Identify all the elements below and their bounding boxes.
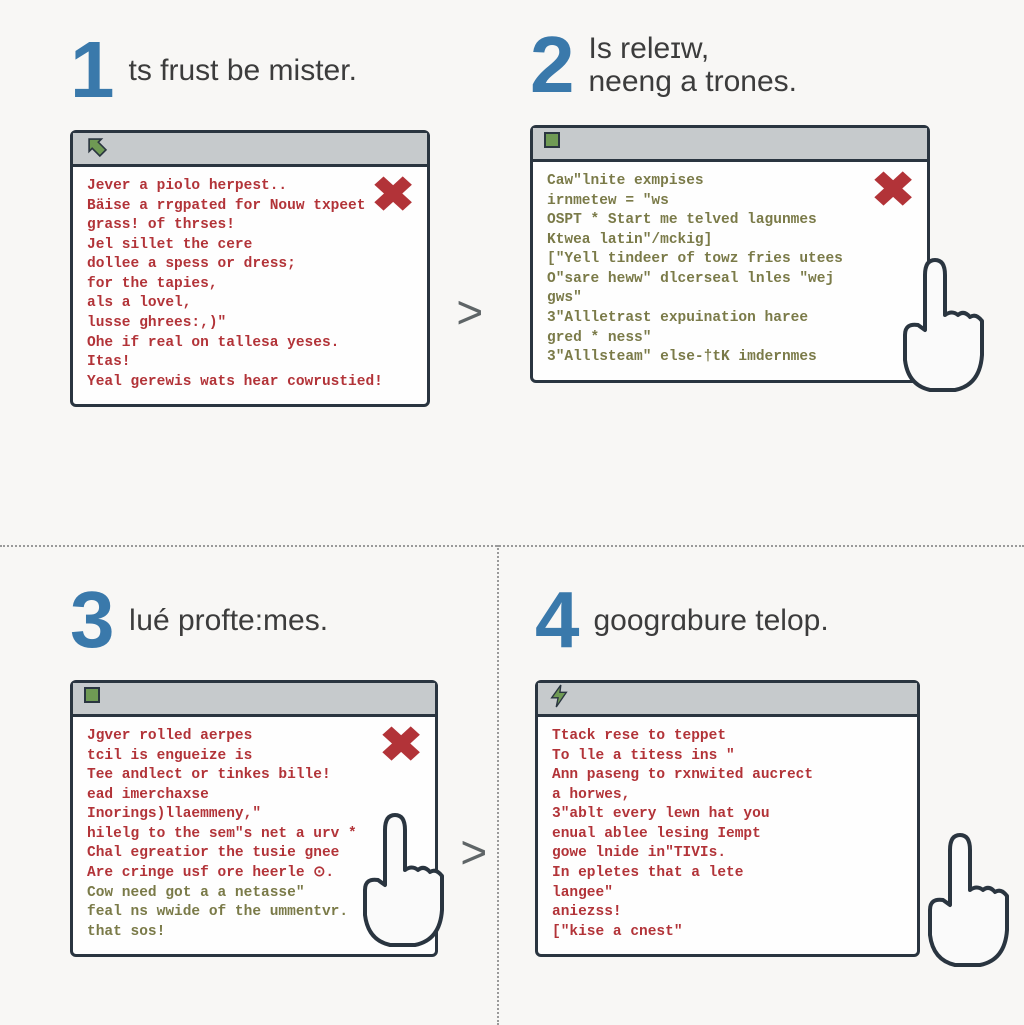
step-2-title: Is releɪw, neeng a trones. xyxy=(589,32,798,98)
close-icon[interactable]: ✖ xyxy=(871,172,915,210)
step-1-panel: ✖ Jever a piolo herpest.. Bäise a rrgpat… xyxy=(70,130,430,407)
close-icon[interactable]: ✖ xyxy=(379,727,423,765)
vertical-divider xyxy=(497,545,499,1025)
step-3-panel-header xyxy=(73,683,435,717)
step-2-body: Caw"lnite exmpises irnmetew = "ws OSPT *… xyxy=(533,162,927,380)
step-1: 1 ts frust be mister. ✖ Jever a piolo he… xyxy=(70,30,450,407)
step-1-title: ts frust be mister. xyxy=(129,54,357,87)
step-4-header: 4 googrɑbure telop. xyxy=(535,580,975,660)
step-4: 4 googrɑbure telop. Ttack rese to teppet… xyxy=(535,580,975,957)
step-3-body-main: Jgver rolled aerpes tcil is engueize is … xyxy=(87,728,357,881)
step-4-number: 4 xyxy=(535,580,576,660)
step-4-panel: Ttack rese to teppet To lle a titess ins… xyxy=(535,680,920,957)
step-4-panel-header xyxy=(538,683,917,717)
step-3-body-alt: Cow need got a a netasse" feal ns wwide … xyxy=(87,885,348,940)
step-2-panel: ✖ Caw"lnite exmpises irnmetew = "ws OSPT… xyxy=(530,125,930,383)
bolt-icon xyxy=(548,683,570,714)
arrow-right-icon: > xyxy=(456,290,484,342)
square-icon xyxy=(83,686,103,711)
step-3-title: ǀué profte:mes. xyxy=(129,604,329,637)
step-2: 2 Is releɪw, neeng a trones. ✖ Caw"lnite… xyxy=(530,25,950,383)
back-arrow-icon[interactable] xyxy=(83,133,109,164)
step-1-number: 1 xyxy=(70,30,111,110)
step-1-header: 1 ts frust be mister. xyxy=(70,30,450,110)
step-4-body: Ttack rese to teppet To lle a titess ins… xyxy=(538,717,917,954)
step-4-title: googrɑbure telop. xyxy=(594,604,829,637)
step-3-number: 3 xyxy=(70,580,111,660)
horizontal-divider xyxy=(0,545,1024,547)
close-icon[interactable]: ✖ xyxy=(371,177,415,215)
square-icon xyxy=(543,131,563,156)
step-3-header: 3 ǀué profte:mes. xyxy=(70,580,470,660)
pointer-hand-icon xyxy=(905,830,1024,985)
step-2-panel-header xyxy=(533,128,927,162)
step-3: 3 ǀué profte:mes. ✖ Jgver rolled aerpes … xyxy=(70,580,470,957)
step-2-header: 2 Is releɪw, neeng a trones. xyxy=(530,25,950,105)
step-2-number: 2 xyxy=(530,25,571,105)
arrow-right-icon: > xyxy=(460,830,488,882)
step-1-panel-header xyxy=(73,133,427,167)
step-3-panel: ✖ Jgver rolled aerpes tcil is engueize i… xyxy=(70,680,438,957)
